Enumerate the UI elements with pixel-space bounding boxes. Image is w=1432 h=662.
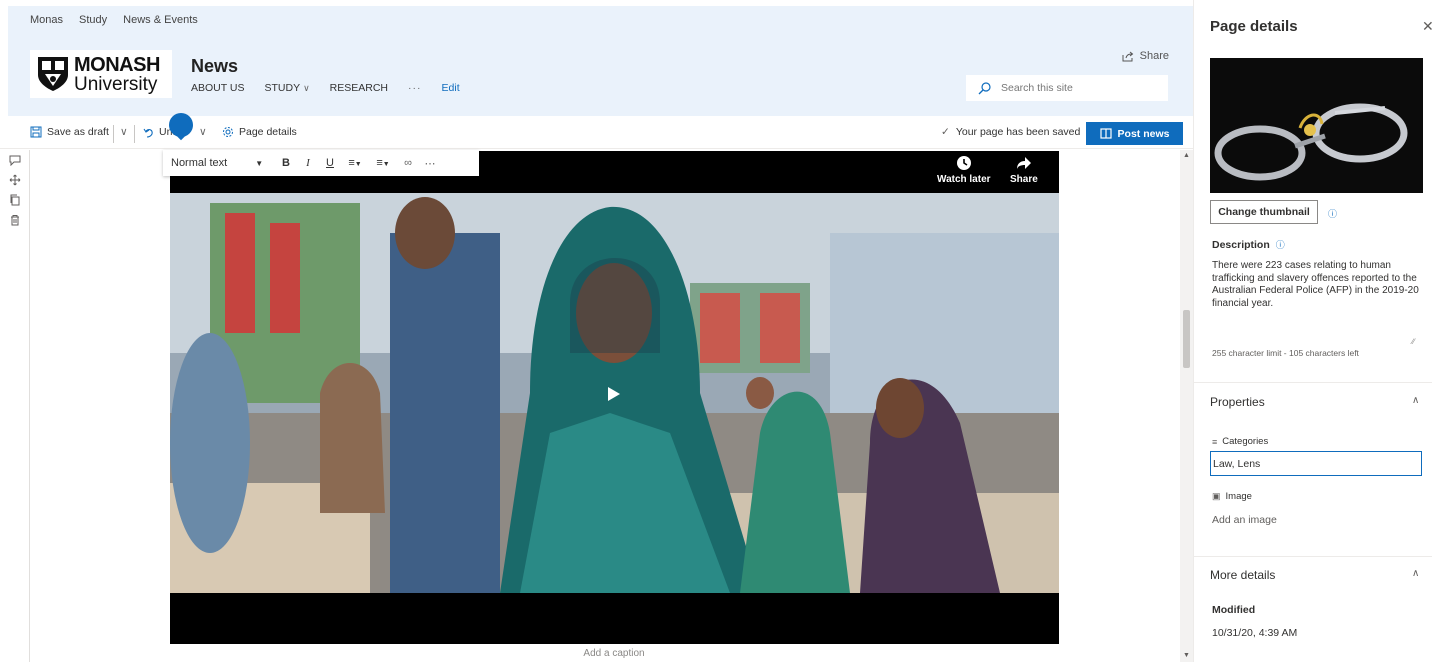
categories-input[interactable]: Law, Lens [1210,451,1422,476]
divider [1194,382,1432,383]
cursor-indicator [169,113,193,137]
more-details-header[interactable]: More details [1210,568,1275,582]
scrollbar[interactable]: ▲ ▼ [1180,150,1193,662]
share-arrow-icon [1016,157,1031,169]
page-editor: Monas Study News & Events MONASH Univers… [0,0,1193,662]
page-details-panel: Page details ✕ Change thumbnail ⓘ Descri… [1193,0,1432,662]
list-icon[interactable]: ≡▼ [369,157,397,169]
undo-options-chevron-icon[interactable]: ∨ [199,126,207,138]
nav-more-icon[interactable]: ··· [408,82,422,94]
chevron-up-icon[interactable]: ∧ [1412,568,1419,579]
add-image-link[interactable]: Add an image [1212,514,1277,526]
underline-button[interactable]: U [319,157,341,169]
description-label: Description ⓘ [1212,239,1285,251]
checkmark-icon: ✓ [941,126,950,138]
monash-logo[interactable]: MONASH University [30,50,172,98]
logo-wordmark: MONASH University [74,53,160,95]
delete-icon[interactable] [9,214,21,226]
italic-button[interactable]: I [297,157,319,169]
edit-section-icon[interactable] [9,154,21,166]
page-details-button[interactable]: Page details [222,126,297,138]
chevron-up-icon[interactable]: ∧ [1412,395,1419,406]
character-limit: 255 character limit - 105 characters lef… [1212,348,1359,358]
link-icon[interactable]: ∞ [397,157,419,169]
scroll-up-icon[interactable]: ▲ [1183,152,1190,159]
description-textarea[interactable]: There were 223 cases relating to human t… [1212,260,1420,310]
divider [134,125,135,143]
watch-later-button[interactable]: Watch later [937,155,991,185]
section-toolbar [9,154,21,226]
image-label: ▣ Image [1212,491,1252,502]
more-options-icon[interactable]: ⋯ [419,157,441,170]
post-news-button[interactable]: Post news [1086,122,1183,145]
align-icon[interactable]: ≡▼ [341,157,369,169]
divider [1194,556,1432,557]
divider [113,125,114,143]
bold-button[interactable]: B [275,157,297,169]
save-draft-button[interactable]: Save as draft [30,126,109,138]
change-thumbnail-button[interactable]: Change thumbnail [1210,200,1318,224]
info-icon[interactable]: ⓘ [1276,240,1285,250]
nav-study[interactable]: STUDY ∨ [264,82,309,94]
search-input[interactable]: Search this site [966,75,1168,101]
site-title[interactable]: News [191,56,238,77]
share-button[interactable]: Share [1122,50,1169,62]
search-placeholder: Search this site [1001,82,1073,94]
search-icon [978,81,991,94]
handcuffs-image [1210,58,1423,193]
nav-edit-link[interactable]: Edit [442,82,460,94]
rich-text-toolbar: Normal text ▼ B I U ≡▼ ≡▼ ∞ ⋯ [163,150,479,176]
video-embed[interactable]: Watch later Share [170,151,1059,644]
hub-link-study[interactable]: Study [79,14,107,26]
info-icon[interactable]: ⓘ [1328,207,1337,220]
dropdown-arrow-icon: ▼ [255,159,264,168]
scrollbar-thumb[interactable] [1183,310,1190,368]
modified-label: Modified [1212,604,1256,616]
site-navigation: ABOUT US STUDY ∨ RESEARCH ··· Edit [191,82,460,94]
save-icon [30,126,42,138]
hub-link-monas[interactable]: Monas [30,14,63,26]
video-share-button[interactable]: Share [1010,155,1038,185]
chevron-down-icon: ∨ [303,83,310,93]
modified-value: 10/31/20, 4:39 AM [1212,627,1298,639]
save-options-chevron-icon[interactable]: ∨ [120,126,128,138]
undo-icon [143,128,153,138]
hub-link-news-events[interactable]: News & Events [123,14,198,26]
text-style-dropdown[interactable]: Normal text ▼ [171,157,275,169]
close-icon[interactable]: ✕ [1422,18,1432,35]
monash-shield-icon [36,55,70,93]
panel-title: Page details [1210,18,1298,35]
move-icon[interactable] [9,174,21,186]
share-icon [1122,51,1133,61]
play-icon[interactable] [593,380,633,408]
thumbnail-image [1210,58,1423,193]
categories-label: ≡ Categories [1212,436,1269,447]
hub-navigation: Monas Study News & Events [8,6,1193,34]
list-icon: ≡ [1212,436,1218,447]
caption-input[interactable]: Add a caption [0,648,1228,659]
properties-header[interactable]: Properties [1210,395,1265,409]
clock-icon [956,156,971,170]
scroll-down-icon[interactable]: ▼ [1183,652,1190,659]
resize-handle-icon[interactable]: ∕∕ [1412,337,1415,346]
image-icon: ▣ [1212,491,1221,501]
gear-icon [223,127,233,137]
nav-research[interactable]: RESEARCH [330,82,388,94]
save-status: ✓ Your page has been saved [941,126,1081,138]
section-border [29,150,30,662]
book-icon [1099,128,1112,139]
site-header: MONASH University News ABOUT US STUDY ∨ R… [8,34,1193,116]
duplicate-icon[interactable] [9,194,21,206]
nav-about-us[interactable]: ABOUT US [191,82,244,94]
